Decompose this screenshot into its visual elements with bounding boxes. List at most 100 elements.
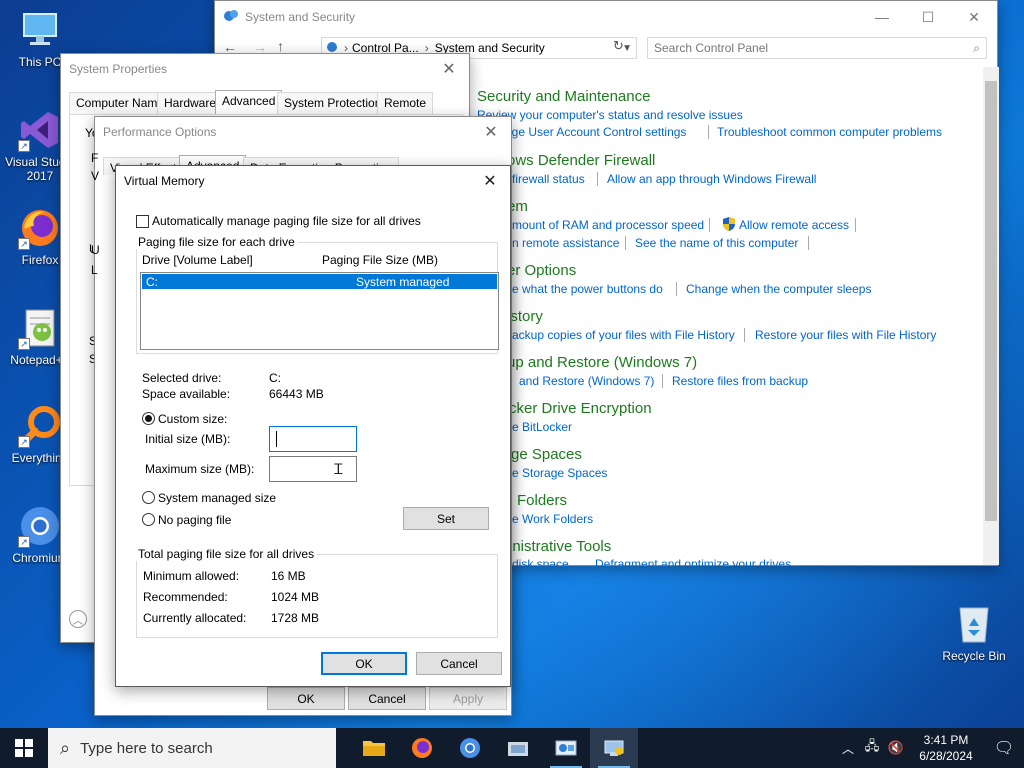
minimize-icon[interactable]: — [859,9,905,26]
section-link[interactable]: disk space [512,557,569,566]
folder-icon [363,741,385,756]
section-heading[interactable]: Security and Maintenance [477,88,650,105]
section-heading[interactable]: Folders [517,492,567,509]
taskbar-app[interactable] [494,728,542,768]
space-available-value: 66443 MB [269,387,324,401]
taskbar-firefox[interactable] [398,728,446,768]
taskbar-chromium[interactable] [446,728,494,768]
section-heading[interactable]: inistrative Tools [509,538,611,555]
auto-manage-checkbox[interactable] [136,215,149,228]
shortcut-arrow-icon: ↗ [18,436,30,448]
cancel-button[interactable]: Cancel [348,687,426,710]
recommended-value: 1024 MB [271,590,320,604]
section-link[interactable]: firewall status [512,172,585,186]
section-link[interactable]: e Work Folders [512,512,593,526]
tab-system-protection[interactable]: System Protection [277,92,389,114]
network-icon[interactable]: 🖧 [860,737,884,759]
section-heading[interactable]: up and Restore (Windows 7) [507,354,697,371]
search-input[interactable]: Type here to search [80,740,213,757]
drive-list[interactable]: C: System managed [140,272,499,350]
section-link[interactable]: e BitLocker [512,420,572,434]
auto-manage-label: Automatically manage paging file size fo… [152,214,421,228]
custom-size-radio[interactable] [142,412,155,425]
maximize-icon[interactable]: ☐ [905,9,951,26]
taskbar-system-properties[interactable] [590,728,638,768]
search-input[interactable]: Search Control Panel [654,41,768,55]
taskbar: ⌕ Type here to search ︿ 🖧 🔇 3:41 PM 6/28… [0,728,1024,768]
section-link[interactable]: Defragment and optimize your drives [595,557,791,566]
tab-hardware[interactable]: Hardware [157,92,224,114]
section-heading[interactable]: ge Spaces [511,446,582,463]
section-link[interactable]: See the name of this computer [635,236,798,250]
space-available-label: Space available: [142,387,231,401]
taskbar-file-explorer[interactable] [350,728,398,768]
tab-advanced[interactable]: Advanced [215,90,283,114]
section-link[interactable]: ackup copies of your files with File His… [512,328,735,342]
currently-allocated-label: Currently allocated: [143,611,247,625]
link-divider [855,218,856,232]
scrollbar-thumb[interactable] [985,81,997,521]
clock[interactable]: 3:41 PM 6/28/2024 [908,732,984,764]
chromium-icon: ↗ [18,504,62,548]
section-link[interactable]: Review your computer's status and resolv… [477,108,743,122]
tab-computer-name[interactable]: Computer Name [69,92,172,114]
desktop-icon-recycle-bin[interactable]: Recycle Bin [936,602,1012,663]
section-link[interactable]: Allow remote access [739,218,849,232]
link-divider [597,172,598,186]
table-row[interactable]: C: System managed [142,274,497,289]
notifications-icon[interactable]: 🗨 [984,738,1024,758]
truncated-text: V [91,169,100,183]
up-arrow-icon[interactable]: ↑ [277,38,284,54]
tab-remote[interactable]: Remote [377,92,434,114]
taskbar-control-panel[interactable] [542,728,590,768]
chevron-up-icon[interactable]: ︿ [836,740,860,757]
minimum-allowed-value: 16 MB [271,569,306,583]
cancel-button[interactable]: Cancel [416,652,502,675]
everything-search-icon: ↗ [18,404,62,448]
section-link[interactable]: mount of RAM and processor speed [512,218,704,232]
section-link[interactable]: Change when the computer sleeps [686,282,871,296]
section-link[interactable]: e what the power buttons do [512,282,663,296]
section-link[interactable]: and Restore (Windows 7) [519,374,654,388]
set-button[interactable]: Set [403,507,489,530]
shortcut-arrow-icon: ↗ [18,140,30,152]
section-link[interactable]: e Storage Spaces [512,466,607,480]
section-link[interactable]: n remote assistance [512,236,619,250]
section-heading[interactable]: cker Drive Encryption [509,400,652,417]
vertical-scrollbar[interactable] [983,67,999,565]
maximum-size-input[interactable]: Ꮖ [269,456,357,482]
section-heading[interactable]: er Options [507,262,576,279]
ok-button[interactable]: OK [267,687,345,710]
volume-muted-icon[interactable]: 🔇 [884,740,908,756]
system-managed-radio[interactable] [142,491,155,504]
window-title: Performance Options [103,125,217,139]
initial-size-label: Initial size (MB): [145,432,231,446]
ok-button[interactable]: OK [321,652,407,675]
search-icon: ⌕ [60,737,71,758]
section-link[interactable]: Restore files from backup [672,374,808,388]
control-panel-icon [223,8,239,27]
section-heading[interactable]: istory [507,308,543,325]
refresh-icon[interactable]: ↻ [613,38,624,54]
system-managed-label: System managed size [158,491,277,505]
close-icon[interactable]: ✕ [429,54,469,84]
close-icon[interactable]: ✕ [470,166,510,196]
recycle-bin-icon [952,602,996,646]
section-link[interactable]: Restore your files with File History [755,328,936,342]
close-icon[interactable]: ✕ [471,117,511,147]
recommended-label: Recommended: [143,590,228,604]
section-link[interactable]: Troubleshoot common computer problems [717,125,942,139]
apply-button[interactable]: Apply [429,687,507,710]
chevron-up-icon[interactable]: ︿ [69,610,87,628]
close-icon[interactable]: ✕ [951,9,997,26]
minimum-allowed-label: Minimum allowed: [143,569,240,583]
taskbar-search-box[interactable]: ⌕ Type here to search [48,728,336,768]
initial-size-input[interactable] [269,426,357,452]
custom-size-label: Custom size: [158,412,228,426]
section-heading[interactable]: ows Defender Firewall [507,152,655,169]
section-link[interactable]: Allow an app through Windows Firewall [607,172,816,186]
control-panel-search[interactable]: Search Control Panel ⌕ [647,37,987,59]
section-link[interactable]: nge User Account Control settings [505,125,686,139]
no-paging-radio[interactable] [142,513,155,526]
start-button[interactable] [0,728,48,768]
